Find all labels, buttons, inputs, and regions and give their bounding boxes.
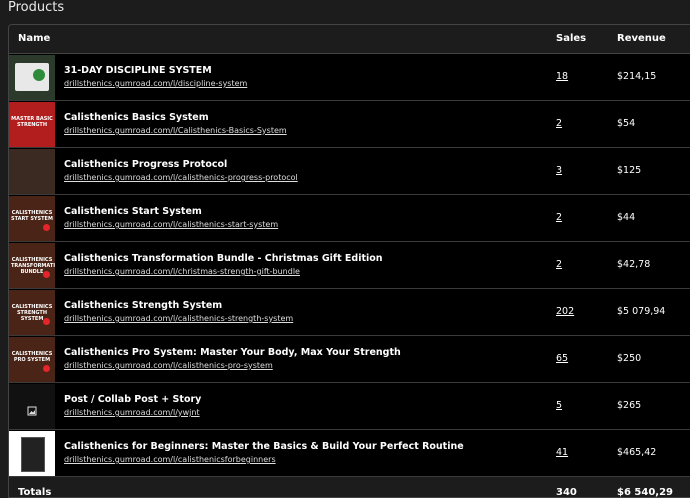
product-url-link[interactable]: drillsthenics.gumroad.com/l/christmas-st… <box>64 267 300 276</box>
table-row[interactable]: CALISTHENICS START SYSTEM Calisthenics St… <box>9 195 690 242</box>
totals-revenue: $6 540,29 <box>617 487 673 498</box>
product-revenue: $42,78 <box>617 259 651 270</box>
product-name[interactable]: Calisthenics Transformation Bundle - Chr… <box>64 253 383 264</box>
thumbnail-badge-icon <box>43 365 50 372</box>
section-title: Products <box>8 0 65 15</box>
table-row[interactable]: CALISTHENICS STRENGTH SYSTEM Calisthenics… <box>9 289 690 336</box>
thumbnail-caption: CALISTHENICS START SYSTEM <box>11 210 53 222</box>
column-revenue-header[interactable]: Revenue <box>617 33 666 44</box>
product-name[interactable]: Calisthenics Pro System: Master Your Bod… <box>64 347 401 358</box>
totals-label: Totals <box>18 487 52 498</box>
product-cover-image <box>15 63 49 91</box>
product-sales-link[interactable]: 2 <box>556 118 562 129</box>
product-thumbnail[interactable] <box>9 55 55 100</box>
product-name[interactable]: 31-DAY DISCIPLINE SYSTEM <box>64 65 212 76</box>
product-url-link[interactable]: drillsthenics.gumroad.com/l/calisthenics… <box>64 220 278 229</box>
table-row[interactable]: Calisthenics for Beginners: Master the B… <box>9 430 690 477</box>
totals-sales: 340 <box>556 487 577 498</box>
product-sales-link[interactable]: 41 <box>556 447 568 458</box>
table-row[interactable]: MASTER BASIC STRENGTH Calisthenics Basics… <box>9 101 690 148</box>
product-url-link[interactable]: drillsthenics.gumroad.com/l/calisthenics… <box>64 361 273 370</box>
product-revenue: $5 079,94 <box>617 306 666 317</box>
product-thumbnail[interactable]: CALISTHENICS STRENGTH SYSTEM <box>9 290 55 335</box>
thumbnail-caption: CALISTHENICS PRO SYSTEM <box>11 351 53 363</box>
table-header: Name Sales Revenue <box>9 25 690 54</box>
product-url-link[interactable]: drillsthenics.gumroad.com/l/discipline-s… <box>64 79 247 88</box>
column-name-header[interactable]: Name <box>18 33 50 44</box>
product-url-link[interactable]: drillsthenics.gumroad.com/l/calisthenics… <box>64 455 276 464</box>
product-sales-link[interactable]: 2 <box>556 212 562 223</box>
column-sales-header[interactable]: Sales <box>556 33 586 44</box>
product-name[interactable]: Calisthenics Progress Protocol <box>64 159 227 170</box>
product-name[interactable]: Calisthenics Basics System <box>64 112 209 123</box>
product-sales-link[interactable]: 202 <box>556 306 574 317</box>
product-revenue: $54 <box>617 118 636 129</box>
product-thumbnail[interactable]: MASTER BASIC STRENGTH <box>9 102 55 147</box>
product-sales-link[interactable]: 65 <box>556 353 568 364</box>
product-thumbnail[interactable] <box>9 149 55 194</box>
product-url-link[interactable]: drillsthenics.gumroad.com/l/calisthenics… <box>64 173 298 182</box>
thumbnail-badge-icon <box>43 271 50 278</box>
product-sales-link[interactable]: 3 <box>556 165 562 176</box>
product-thumbnail[interactable] <box>9 431 55 476</box>
product-revenue: $44 <box>617 212 636 223</box>
product-url-link[interactable]: drillsthenics.gumroad.com/l/calisthenics… <box>64 314 293 323</box>
thumbnail-caption: MASTER BASIC STRENGTH <box>11 116 53 128</box>
table-row[interactable]: Calisthenics Progress Protocol drillsthen… <box>9 148 690 195</box>
product-revenue: $265 <box>617 400 642 411</box>
table-body: 31-DAY DISCIPLINE SYSTEM drillsthenics.gu… <box>9 54 690 477</box>
table-row[interactable]: 31-DAY DISCIPLINE SYSTEM drillsthenics.gu… <box>9 54 690 101</box>
product-thumbnail[interactable]: CALISTHENICS START SYSTEM <box>9 196 55 241</box>
image-placeholder-icon <box>27 401 37 420</box>
product-thumbnail[interactable]: CALISTHENICS PRO SYSTEM <box>9 337 55 382</box>
product-thumbnail[interactable] <box>9 384 55 429</box>
product-sales-link[interactable]: 5 <box>556 400 562 411</box>
thumbnail-badge-icon <box>43 318 50 325</box>
product-revenue: $125 <box>617 165 642 176</box>
product-cover-image <box>21 437 45 472</box>
product-name[interactable]: Post / Collab Post + Story <box>64 394 201 405</box>
product-revenue: $250 <box>617 353 642 364</box>
products-table: Name Sales Revenue 31-DAY DISCIPLINE SYS… <box>8 24 690 498</box>
thumbnail-badge-icon <box>43 224 50 231</box>
table-row[interactable]: CALISTHENICS PRO SYSTEM Calisthenics Pro … <box>9 336 690 383</box>
product-thumbnail[interactable]: CALISTHENICS TRANSFORMATION BUNDLE <box>9 243 55 288</box>
table-totals-row: Totals 340 $6 540,29 <box>9 477 690 498</box>
table-row[interactable]: Post / Collab Post + Story drillsthenics.… <box>9 383 690 430</box>
product-name[interactable]: Calisthenics Start System <box>64 206 202 217</box>
product-name[interactable]: Calisthenics Strength System <box>64 300 222 311</box>
product-sales-link[interactable]: 2 <box>556 259 562 270</box>
product-revenue: $465,42 <box>617 447 657 458</box>
product-revenue: $214,15 <box>617 71 657 82</box>
product-name[interactable]: Calisthenics for Beginners: Master the B… <box>64 441 464 452</box>
table-row[interactable]: CALISTHENICS TRANSFORMATION BUNDLE Calist… <box>9 242 690 289</box>
product-url-link[interactable]: drillsthenics.gumroad.com/l/ywjnt <box>64 408 200 417</box>
product-sales-link[interactable]: 18 <box>556 71 568 82</box>
product-url-link[interactable]: drillsthenics.gumroad.com/l/Calisthenics… <box>64 126 287 135</box>
